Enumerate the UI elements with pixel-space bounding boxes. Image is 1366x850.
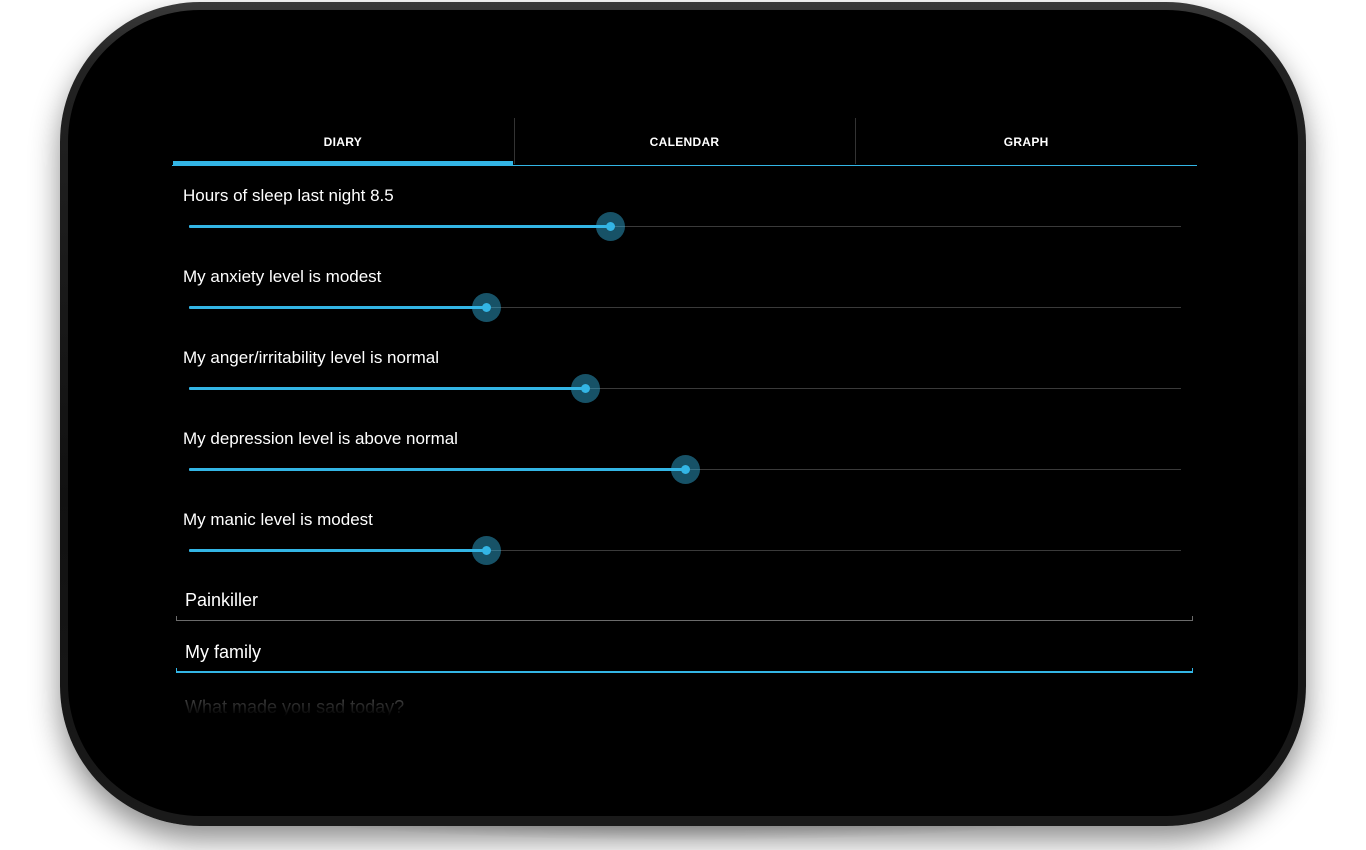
- depression-level-slider-fill: [189, 468, 685, 471]
- manic-level-slider[interactable]: [189, 536, 1181, 565]
- painkiller-field-container: [176, 583, 1193, 621]
- anxiety-level-row: My anxiety level is modest: [172, 262, 1197, 343]
- depression-level-label: My depression level is above normal: [183, 429, 458, 448]
- depression-level-row: My depression level is above normal: [172, 424, 1197, 505]
- sleep-hours-label: Hours of sleep last night 8.5: [183, 186, 394, 205]
- anger-level-row: My anger/irritability level is normal: [172, 343, 1197, 424]
- painkiller-field[interactable]: [176, 583, 1193, 617]
- sleep-hours-slider-thumb[interactable]: [596, 212, 625, 241]
- manic-level-label: My manic level is modest: [183, 510, 373, 529]
- anger-level-slider[interactable]: [189, 374, 1181, 403]
- tab-bar: DIARY CALENDAR GRAPH: [172, 118, 1197, 166]
- depression-level-slider[interactable]: [189, 455, 1181, 484]
- family-field-underline: [176, 668, 1193, 673]
- anger-level-slider-thumb[interactable]: [571, 374, 600, 403]
- sad-reason-field[interactable]: [176, 690, 1193, 716]
- family-field[interactable]: [176, 635, 1193, 669]
- tab-diary-label: DIARY: [323, 134, 363, 149]
- tab-graph-label: GRAPH: [1003, 134, 1049, 149]
- anxiety-level-slider-thumb[interactable]: [472, 293, 501, 322]
- sleep-hours-slider[interactable]: [189, 212, 1181, 241]
- anxiety-level-slider[interactable]: [189, 293, 1181, 322]
- painkiller-field-underline: [176, 616, 1193, 621]
- sleep-hours-row: Hours of sleep last night 8.5: [172, 181, 1197, 262]
- tab-graph[interactable]: GRAPH: [855, 118, 1197, 165]
- tab-calendar[interactable]: CALENDAR: [513, 118, 856, 165]
- sad-reason-field-container: [176, 690, 1193, 716]
- anxiety-level-slider-fill: [189, 306, 486, 309]
- manic-level-slider-fill: [189, 549, 486, 552]
- manic-level-row: My manic level is modest: [172, 505, 1197, 586]
- manic-level-slider-thumb[interactable]: [472, 536, 501, 565]
- tab-calendar-label: CALENDAR: [649, 134, 720, 149]
- family-field-container: [176, 635, 1193, 673]
- anger-level-slider-fill: [189, 387, 585, 390]
- app-screen: DIARY CALENDAR GRAPH Hours of sleep last…: [172, 118, 1197, 716]
- anxiety-level-label: My anxiety level is modest: [183, 267, 382, 286]
- sleep-hours-slider-fill: [189, 225, 610, 228]
- tab-diary[interactable]: DIARY: [172, 118, 514, 166]
- depression-level-slider-thumb[interactable]: [671, 455, 700, 484]
- anger-level-label: My anger/irritability level is normal: [183, 348, 440, 367]
